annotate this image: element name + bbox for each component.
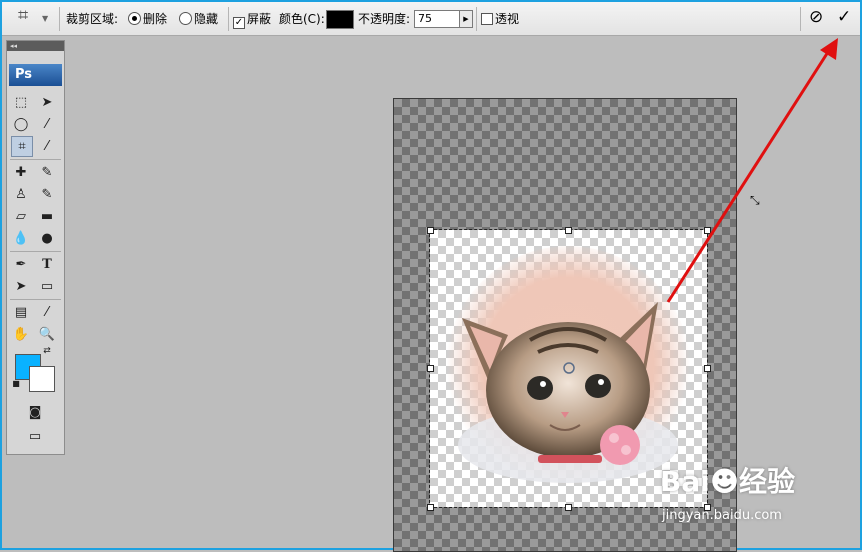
watermark-url: jingyan.baidu.com [662,508,782,523]
watermark-brand: Bai☻经验 [660,465,796,498]
